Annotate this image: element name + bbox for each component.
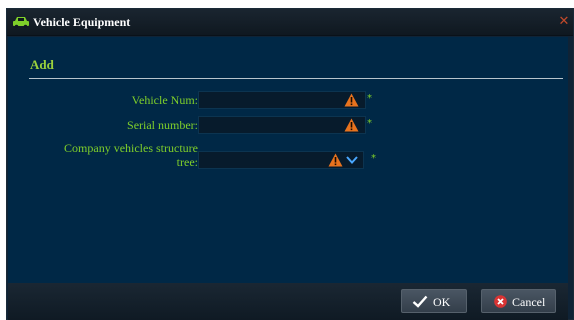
cancel-button[interactable]: Cancel — [481, 289, 556, 313]
serial-number-label: Serial number: — [127, 118, 198, 132]
chevron-down-icon[interactable] — [346, 155, 358, 165]
section-divider — [29, 78, 563, 79]
structure-tree-label-line2: tree: — [176, 155, 198, 169]
close-icon[interactable]: ✕ — [557, 14, 571, 30]
vehicle-num-input[interactable] — [198, 91, 366, 109]
form-content: Add Vehicle Num: * Serial number: * Comp… — [8, 37, 568, 283]
required-mark: * — [367, 93, 372, 104]
structure-tree-label-line1: Company vehicles structure — [64, 141, 198, 155]
cancel-button-label: Cancel — [512, 295, 546, 309]
dialog-footer: OK Cancel — [8, 283, 568, 320]
warning-icon — [328, 153, 343, 167]
ok-button-label: OK — [433, 295, 451, 309]
dialog-titlebar[interactable]: Vehicle Equipment ✕ — [7, 9, 573, 36]
warning-icon — [344, 93, 359, 107]
section-title: Add — [30, 57, 54, 72]
vehicle-num-label: Vehicle Num: — [131, 93, 198, 107]
vehicle-equipment-dialog: Vehicle Equipment ✕ Add Vehicle Num: * S… — [6, 8, 574, 320]
ok-button[interactable]: OK — [401, 289, 467, 313]
dialog-title: Vehicle Equipment — [33, 15, 131, 29]
serial-number-input[interactable] — [198, 116, 366, 134]
structure-tree-label: Company vehicles structure tree: — [64, 141, 198, 169]
required-mark: * — [371, 153, 376, 164]
check-icon — [412, 295, 428, 308]
required-mark: * — [367, 118, 372, 129]
cancel-icon — [494, 295, 507, 308]
car-icon — [13, 17, 29, 29]
warning-icon — [344, 118, 359, 132]
